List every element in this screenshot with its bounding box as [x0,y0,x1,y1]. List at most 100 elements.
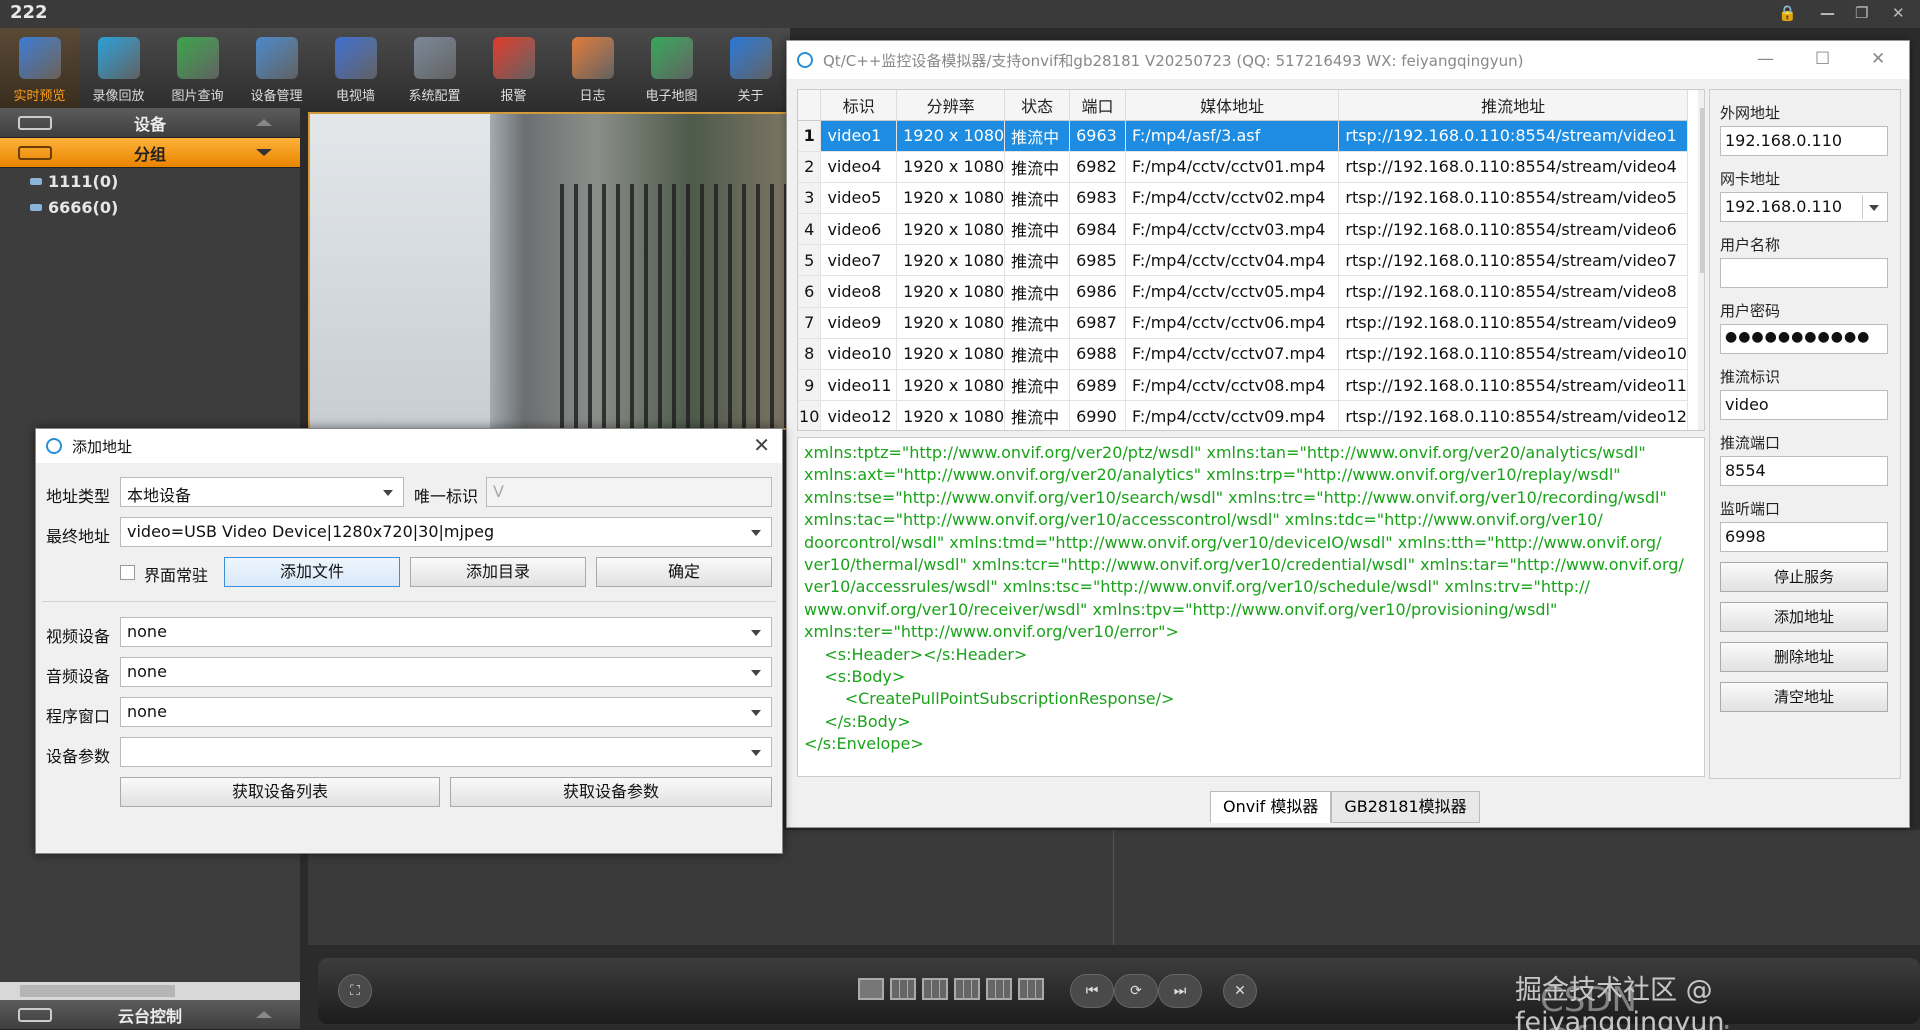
toolbar-item[interactable]: 电子地图 [632,28,711,108]
wan-address-input[interactable]: 192.168.0.110 [1720,126,1888,156]
loop-icon[interactable]: ⟳ [1114,974,1158,1008]
delete-address-button[interactable]: 删除地址 [1720,642,1888,672]
scrollbar-thumb[interactable] [20,985,175,997]
video-preview[interactable] [308,112,788,430]
table-scrollbar[interactable] [1698,90,1704,430]
layout-13-icon[interactable] [986,978,1012,1000]
listen-port-input[interactable]: 6998 [1720,522,1888,552]
maximize-icon[interactable]: ☐ [1815,49,1830,69]
group-list-icon [18,146,52,160]
table-cell-id: video11 [820,369,898,402]
toolbar-item[interactable]: 日志 [553,28,632,108]
tree-item-group-1[interactable]: 1111(0) [0,168,300,194]
table-cell-n: 3 [798,182,822,215]
toolbar-item[interactable]: 图片查询 [158,28,237,108]
toolbar-item[interactable]: 系统配置 [395,28,474,108]
column-header[interactable]: 标识 [820,90,898,121]
table-cell-id: video1 [820,120,898,152]
table-header-row: 标识 分辨率 状态 端口 媒体地址 推流地址 [798,90,1688,121]
push-id-input[interactable]: video [1720,390,1888,420]
video-device-select[interactable]: none [120,617,772,647]
fullscreen-icon[interactable]: ⛶ [338,974,372,1008]
table-cell-media: F:/mp4/cctv/cctv08.mp4 [1125,369,1340,402]
tab-onvif[interactable]: Onvif 模拟器 [1210,791,1332,823]
table-cell-push: rtsp://192.168.0.110:8554/stream/video7 [1338,244,1688,277]
column-header[interactable]: 媒体地址 [1125,90,1340,121]
close-all-icon[interactable]: ✕ [1223,974,1257,1008]
toolbar-item[interactable]: 电视墙 [316,28,395,108]
watermark-csdn: CSDN @feiyangqingyun [1540,980,1838,1030]
table-row[interactable]: 8 video10 1920 x 1080 推流中 6988 F:/mp4/cctv/cc… [798,338,1688,371]
final-address-select[interactable]: video=USB Video Device|1280x720|30|mjpeg [120,517,772,547]
username-input[interactable] [1720,258,1888,288]
push-port-input[interactable]: 8554 [1720,456,1888,486]
get-device-params-button[interactable]: 获取设备参数 [450,777,772,807]
password-input[interactable]: ●●●●●●●●●●● [1720,324,1888,354]
table-row[interactable]: 3 video5 1920 x 1080 推流中 6983 F:/mp4/cctv/cct… [798,182,1688,215]
toolbar-item[interactable]: 设备管理 [237,28,316,108]
previous-icon[interactable]: ⏮ [1070,974,1114,1008]
close-icon[interactable]: ✕ [1871,49,1885,69]
device-header[interactable]: 设备 [0,108,300,138]
table-cell-push: rtsp://192.168.0.110:8554/stream/video11 [1338,369,1688,402]
layout-1-icon[interactable] [858,978,884,1000]
table-row[interactable]: 4 video6 1920 x 1080 推流中 6984 F:/mp4/cctv/cct… [798,213,1688,246]
get-device-list-button[interactable]: 获取设备列表 [120,777,440,807]
table-row[interactable]: 9 video11 1920 x 1080 推流中 6989 F:/mp4/cctv/cc… [798,369,1688,402]
tab-gb28181[interactable]: GB28181模拟器 [1331,791,1480,823]
minimize-icon[interactable]: — [1757,49,1774,69]
close-icon[interactable]: ✕ [1892,4,1905,22]
table-row[interactable]: 7 video9 1920 x 1080 推流中 6987 F:/mp4/cctv/cct… [798,307,1688,339]
column-header[interactable]: 状态 [1004,90,1071,121]
program-window-select[interactable]: none [120,697,772,727]
ptz-header[interactable]: 云台控制 [0,1000,300,1030]
toolbar-item[interactable]: 关于 [711,28,790,108]
table-cell-port: 6963 [1069,120,1126,152]
stop-service-button[interactable]: 停止服务 [1720,562,1888,592]
add-address-button[interactable]: 添加地址 [1720,602,1888,632]
pin-window-checkbox[interactable] [120,565,135,580]
close-icon[interactable]: ✕ [753,433,770,457]
table-row[interactable]: 10 video12 1920 x 1080 推流中 6990 F:/mp4/cctv/c… [798,400,1688,430]
layout-4-icon[interactable] [890,978,916,1000]
table-row[interactable]: 1 video1 1920 x 1080 推流中 6963 F:/mp4/asf/3.as… [798,120,1688,152]
column-header[interactable]: 推流地址 [1338,90,1688,121]
table-cell-push: rtsp://192.168.0.110:8554/stream/video1 [1338,120,1688,152]
toolbar-item[interactable]: 录像回放 [79,28,158,108]
toolbar-item[interactable]: 报警 [474,28,553,108]
password-label: 用户密码 [1720,302,1781,320]
column-header[interactable]: 分辨率 [896,90,1006,121]
table-row[interactable]: 2 video4 1920 x 1080 推流中 6982 F:/mp4/cctv/cct… [798,151,1688,183]
table-cell-n: 2 [798,151,822,183]
add-directory-button[interactable]: 添加目录 [410,557,586,587]
restore-icon[interactable]: ❐ [1855,4,1868,22]
video-frame-wall [310,114,490,428]
table-body: 1 video1 1920 x 1080 推流中 6963 F:/mp4/asf/3.as… [798,120,1688,430]
tree-item-group-2[interactable]: 6666(0) [0,194,300,220]
table-cell-n: 7 [798,307,822,339]
audio-device-select[interactable]: none [120,657,772,687]
table-row[interactable]: 6 video8 1920 x 1080 推流中 6986 F:/mp4/cctv/cct… [798,275,1688,308]
left-panel-scrollbar[interactable] [0,982,300,1000]
table-cell-n: 8 [798,338,822,371]
layout-16-icon[interactable] [1018,978,1044,1000]
column-header[interactable]: 端口 [1069,90,1126,121]
main-toolbar: 实时预览 录像回放 图片查询 设备管理 电视墙 系统配置 报警 日志 电子地图 关于 [0,28,790,108]
group-header[interactable]: 分组 [0,138,300,168]
minimize-icon[interactable]: — [1820,4,1835,22]
layout-9-icon[interactable] [954,978,980,1000]
lock-icon[interactable]: 🔒 [1778,4,1797,22]
nic-address-select[interactable]: 192.168.0.110 [1720,192,1888,222]
clear-address-button[interactable]: 清空地址 [1720,682,1888,712]
scrollbar-thumb[interactable] [1700,108,1704,273]
toolbar-item[interactable]: 实时预览 [0,28,79,108]
device-params-select[interactable] [120,737,772,767]
xml-log-view[interactable]: xmlns:tptz="http://www.onvif.org/ver20/p… [797,437,1705,777]
add-file-button[interactable]: 添加文件 [224,557,400,587]
unique-id-input[interactable]: V [486,477,772,507]
layout-6-icon[interactable] [922,978,948,1000]
address-type-select[interactable]: 本地设备 [120,477,404,507]
confirm-button[interactable]: 确定 [596,557,772,587]
next-icon[interactable]: ⏭ [1158,974,1202,1008]
table-row[interactable]: 5 video7 1920 x 1080 推流中 6985 F:/mp4/cctv/cct… [798,244,1688,277]
